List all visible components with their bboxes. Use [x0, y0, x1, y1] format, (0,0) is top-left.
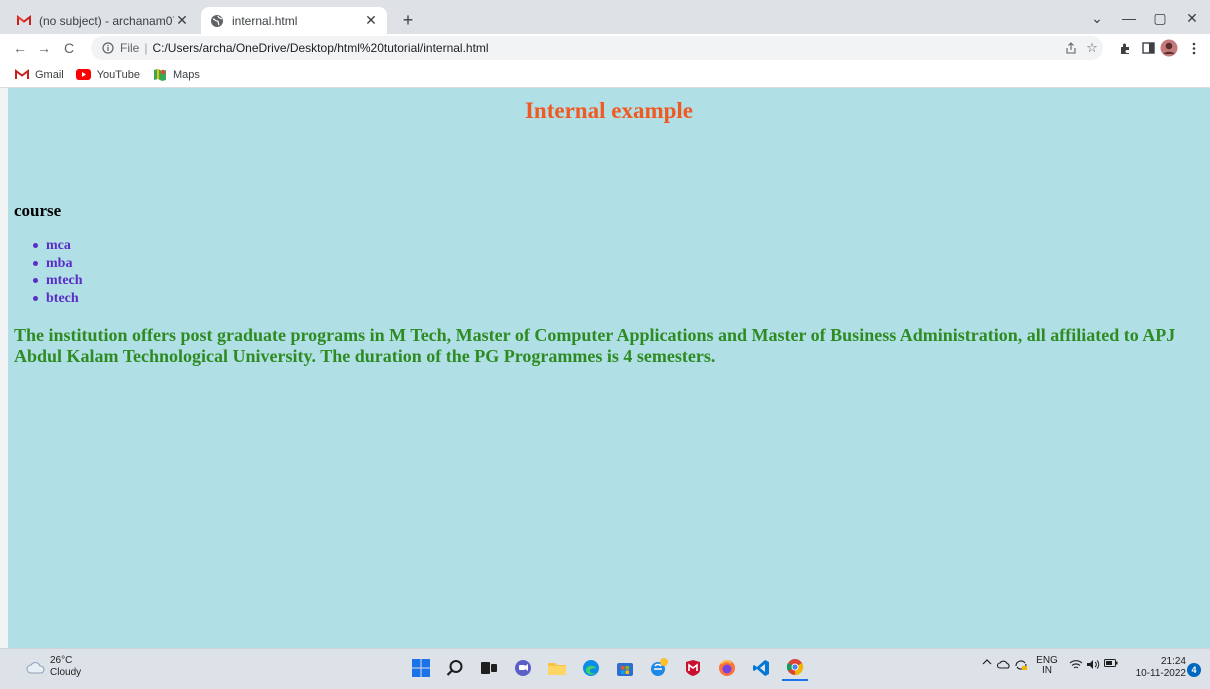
share-icon[interactable] — [1063, 40, 1079, 56]
address-bar[interactable]: File | C:/Users/archa/OneDrive/Desktop/h… — [91, 36, 1103, 60]
file-explorer-icon[interactable] — [544, 655, 570, 681]
tab-strip: (no subject) - archanam07prasad ✕ intern… — [0, 0, 1210, 34]
weather-widget[interactable]: 26°C Cloudy — [26, 655, 81, 679]
weather-condition: Cloudy — [50, 667, 82, 678]
list-item: btech — [32, 290, 83, 308]
list-item: mtech — [32, 272, 83, 290]
tab-title: internal.html — [232, 13, 298, 28]
clock-date: 10-11-2022 — [1135, 668, 1186, 679]
bookmark-maps[interactable]: Maps — [152, 68, 200, 82]
forward-button[interactable]: → — [34, 38, 54, 58]
vscode-icon[interactable] — [748, 655, 774, 681]
bookmark-label: Gmail — [35, 68, 64, 81]
gmail-icon — [14, 68, 30, 82]
mcafee-icon[interactable] — [680, 655, 706, 681]
browser-toolbar: ← → C File | C:/Users/archa/OneDrive/Des… — [0, 34, 1210, 62]
tab-gmail[interactable]: (no subject) - archanam07prasad ✕ — [8, 7, 198, 34]
extensions-icon[interactable] — [1116, 39, 1134, 57]
bookmark-label: Maps — [172, 68, 200, 81]
info-icon[interactable] — [101, 41, 115, 55]
page-viewport: Internal example course mca mba mtech bt… — [8, 88, 1210, 648]
system-clock[interactable]: 21:24 10-11-2022 — [1124, 656, 1186, 680]
list-item: mba — [32, 255, 83, 273]
menu-kebab-icon[interactable] — [1185, 39, 1203, 57]
globe-icon — [209, 13, 225, 29]
chat-icon[interactable] — [510, 655, 536, 681]
url-scheme-label: File — [120, 41, 140, 55]
windows-taskbar: 26°C Cloudy ENG IN 21:24 10-11-2022 4 — [0, 648, 1210, 689]
bookmark-gmail[interactable]: Gmail — [14, 68, 64, 82]
bookmark-label: YouTube — [96, 68, 140, 81]
weather-temperature: 26°C — [50, 655, 73, 666]
tab-internal-html[interactable]: internal.html ✕ — [201, 7, 387, 34]
clock-time: 21:24 — [1160, 656, 1186, 667]
maps-icon — [152, 68, 168, 82]
minimize-button[interactable]: — — [1119, 9, 1139, 27]
course-heading: course — [14, 201, 62, 220]
onedrive-icon[interactable] — [997, 659, 1011, 669]
chrome-icon[interactable] — [782, 655, 808, 681]
new-tab-button[interactable]: + — [396, 9, 420, 31]
firefox-icon[interactable] — [714, 655, 740, 681]
tab-title: (no subject) - archanam07prasad — [39, 13, 174, 28]
reload-button[interactable]: C — [59, 38, 79, 58]
notification-badge[interactable]: 4 — [1187, 663, 1201, 677]
maximize-button[interactable]: ▢ — [1150, 9, 1170, 27]
url-separator: | — [144, 41, 148, 55]
institution-paragraph: The institution offers post graduate pro… — [14, 325, 1176, 366]
close-tab-icon[interactable]: ✕ — [174, 12, 190, 29]
sync-icon[interactable] — [1014, 659, 1028, 671]
list-item: mca — [32, 237, 83, 255]
search-icon[interactable] — [442, 655, 468, 681]
bookmark-star-icon[interactable]: ☆ — [1084, 40, 1100, 56]
close-window-button[interactable]: ✕ — [1182, 9, 1202, 27]
language-indicator[interactable]: ENG IN — [1035, 656, 1059, 676]
bookmarks-bar: Gmail YouTube Maps — [0, 62, 1210, 88]
cloud-icon — [26, 659, 46, 675]
page-heading: Internal example — [524, 98, 693, 123]
url-text[interactable]: C:/Users/archa/OneDrive/Desktop/html%20t… — [152, 41, 488, 55]
show-hidden-icons-icon[interactable] — [981, 659, 993, 665]
bookmark-youtube[interactable]: YouTube — [76, 68, 140, 82]
task-view-icon[interactable] — [476, 655, 502, 681]
close-tab-icon[interactable]: ✕ — [363, 12, 379, 29]
wifi-icon[interactable] — [1069, 659, 1083, 670]
tab-search-icon[interactable]: ⌄ — [1087, 9, 1107, 27]
battery-icon[interactable] — [1104, 659, 1118, 667]
microsoft-store-icon[interactable] — [612, 655, 638, 681]
ie-icon[interactable] — [646, 655, 672, 681]
edge-browser-icon[interactable] — [578, 655, 604, 681]
side-panel-icon[interactable] — [1139, 39, 1157, 57]
volume-icon[interactable] — [1086, 659, 1100, 670]
profile-avatar-icon[interactable] — [1160, 39, 1178, 57]
gmail-icon — [16, 13, 32, 29]
region-label: IN — [1042, 665, 1052, 676]
course-list: mca mba mtech btech — [32, 237, 83, 307]
back-button[interactable]: ← — [10, 38, 30, 58]
windows-start-icon[interactable] — [408, 655, 434, 681]
youtube-icon — [76, 68, 92, 82]
